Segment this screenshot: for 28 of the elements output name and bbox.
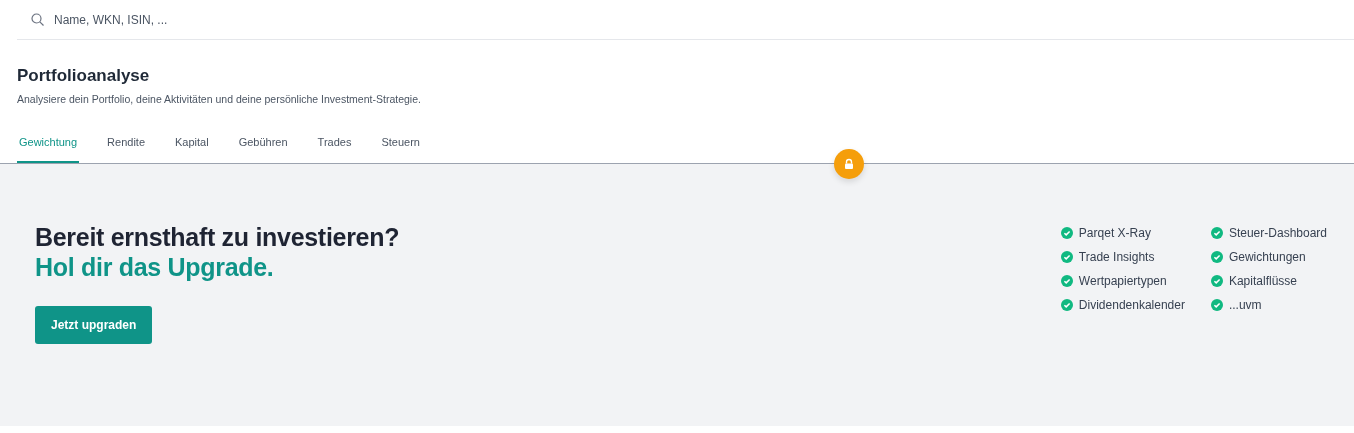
page-title: Portfolioanalyse	[17, 66, 151, 86]
feature-label: Dividendenkalender	[1078, 298, 1185, 312]
check-icon	[1210, 275, 1223, 287]
check-icon	[1060, 275, 1073, 287]
check-icon	[1210, 251, 1223, 263]
feature-label: Gewichtungen	[1228, 250, 1306, 264]
feature-label: Kapitalflüsse	[1228, 274, 1297, 288]
upgrade-highlight: Hol dir das Upgrade.	[35, 252, 275, 282]
feature-label: Parqet X-Ray	[1078, 226, 1151, 240]
tab[interactable]: Kapital	[173, 136, 211, 163]
tab[interactable]: Gebühren	[236, 136, 290, 163]
upgrade-button[interactable]: Jetzt upgraden	[35, 306, 153, 344]
upgrade-headline: Bereit ernsthaft zu investieren?	[35, 222, 400, 252]
feature-label: ...uvm	[1228, 298, 1262, 312]
tab[interactable]: Rendite	[105, 136, 147, 163]
feature-label: Trade Insights	[1078, 250, 1155, 264]
feature-label: Wertpapiertypen	[1078, 274, 1167, 288]
search-icon	[31, 13, 44, 26]
check-icon	[1060, 227, 1073, 239]
check-icon	[1060, 251, 1073, 263]
check-icon	[1210, 299, 1223, 311]
feature-label: Steuer-Dashboard	[1228, 226, 1327, 240]
tab[interactable]: Steuern	[379, 136, 422, 163]
tab[interactable]: Trades	[315, 136, 354, 163]
check-icon	[1210, 227, 1223, 239]
page-subtitle: Analysiere dein Portfolio, deine Aktivitäten und deine persönliche Investment-Strategie.	[17, 93, 422, 105]
check-icon	[1060, 299, 1073, 311]
search-field[interactable]: Name, WKN, ISIN, ...	[52, 11, 356, 28]
